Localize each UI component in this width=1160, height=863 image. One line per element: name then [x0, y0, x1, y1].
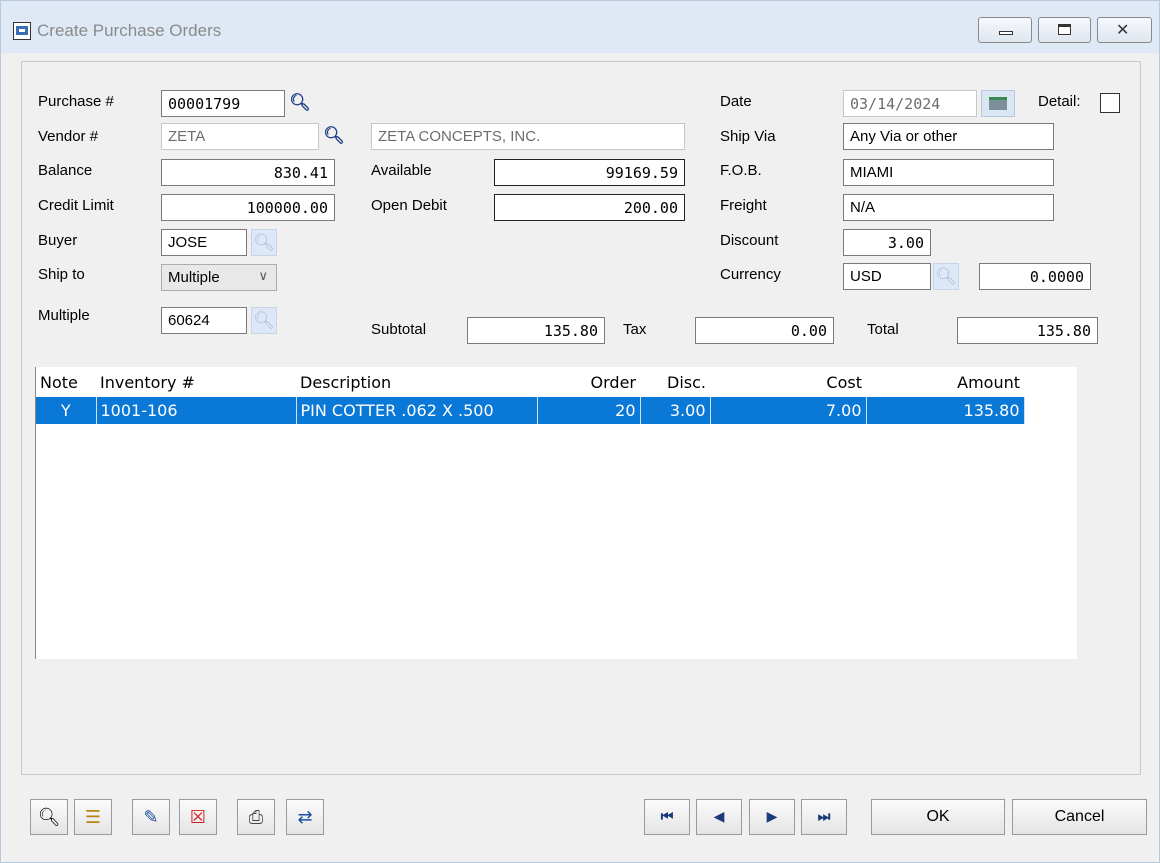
cell-amount[interactable]: 135.80 [866, 397, 1025, 424]
col-amount-header[interactable]: Amount [866, 367, 1024, 397]
purchase-number-field[interactable]: 00001799 [161, 90, 285, 117]
subtotal-label: Subtotal [371, 321, 427, 338]
purchase-label: Purchase # [38, 93, 114, 110]
ship-to-select[interactable]: Multiple ∨ [161, 264, 277, 291]
cell-inventory[interactable]: 1001-106 [96, 397, 297, 424]
tax-label: Tax [623, 321, 647, 338]
subtotal-field: 135.80 [467, 317, 605, 344]
last-record-icon[interactable]: ⏭︎ [801, 799, 847, 835]
ship-via-label: Ship Via [720, 128, 776, 145]
vendor-number-field[interactable]: ZETA [161, 123, 319, 150]
purchase-lookup-icon[interactable]: 🔍︎ [287, 89, 313, 116]
col-inventory-header[interactable]: Inventory # [96, 367, 296, 397]
vendor-lookup-icon[interactable]: 🔍︎ [321, 122, 347, 149]
buyer-lookup-icon[interactable]: 🔍︎ [251, 229, 277, 256]
title-bar: Create Purchase Orders [1, 1, 1159, 53]
discount-label: Discount [720, 232, 779, 249]
export-icon[interactable]: ⇄ [286, 799, 324, 835]
balance-field: 830.41 [161, 159, 335, 186]
fob-field[interactable]: MIAMI [843, 159, 1054, 186]
cell-disc[interactable]: 3.00 [640, 397, 711, 424]
ship-to-value: Multiple [168, 269, 220, 286]
credit-limit-label: Credit Limit [38, 197, 114, 214]
buyer-field[interactable]: JOSE [161, 229, 247, 256]
col-cost-header[interactable]: Cost [710, 367, 866, 397]
total-field: 135.80 [957, 317, 1098, 344]
currency-rate-field[interactable]: 0.0000 [979, 263, 1091, 290]
previous-record-icon[interactable]: ◀︎ [696, 799, 742, 835]
discount-field[interactable]: 3.00 [843, 229, 931, 256]
purchase-order-window: Create Purchase Orders Purchase # 000017… [0, 0, 1160, 863]
print-icon[interactable]: ⎙ [237, 799, 275, 835]
date-field[interactable]: 03/14/2024 [843, 90, 977, 117]
multiple-field[interactable]: 60624 [161, 307, 247, 334]
window-title: Create Purchase Orders [37, 21, 222, 40]
detail-label: Detail: [1038, 93, 1081, 110]
vendor-name-field: ZETA CONCEPTS, INC. [371, 123, 685, 150]
available-label: Available [371, 162, 432, 179]
table-row[interactable]: Y 1001-106 PIN COTTER .062 X .500 20 3.0… [36, 397, 1025, 424]
buyer-label: Buyer [38, 232, 78, 249]
app-icon [13, 22, 31, 40]
currency-label: Currency [720, 266, 781, 283]
close-button[interactable] [1097, 17, 1152, 43]
freight-label: Freight [720, 197, 767, 214]
total-label: Total [867, 321, 899, 338]
ship-via-field[interactable]: Any Via or other [843, 123, 1054, 150]
freight-field[interactable]: N/A [843, 194, 1054, 221]
delete-icon[interactable]: ☒ [179, 799, 217, 835]
currency-field[interactable]: USD [843, 263, 931, 290]
open-debit-field: 200.00 [494, 194, 685, 221]
cancel-button[interactable]: Cancel [1012, 799, 1147, 835]
date-label: Date [720, 93, 752, 110]
vendor-label: Vendor # [38, 128, 99, 145]
ok-button[interactable]: OK [871, 799, 1005, 835]
search-tool-icon[interactable]: 🔍︎ [30, 799, 68, 835]
minimize-button[interactable] [978, 17, 1032, 43]
credit-limit-field: 100000.00 [161, 194, 335, 221]
currency-lookup-icon[interactable]: 🔍︎ [933, 263, 959, 290]
maximize-button[interactable] [1038, 17, 1091, 43]
cell-cost[interactable]: 7.00 [710, 397, 867, 424]
tax-field[interactable]: 0.00 [695, 317, 834, 344]
notes-icon[interactable]: ☰ [74, 799, 112, 835]
multiple-label: Multiple [38, 307, 90, 324]
grid-header-row: Note Inventory # Description Order Disc.… [36, 367, 1024, 397]
balance-label: Balance [38, 162, 93, 179]
available-field: 99169.59 [494, 159, 685, 186]
calendar-icon[interactable] [981, 90, 1015, 117]
multiple-lookup-icon[interactable]: 🔍︎ [251, 307, 277, 334]
col-note-header[interactable]: Note [36, 367, 96, 397]
next-record-icon[interactable]: ▶︎ [749, 799, 795, 835]
col-disc-header[interactable]: Disc. [640, 367, 710, 397]
chevron-down-icon: ∨ [258, 268, 268, 283]
ship-to-label: Ship to [38, 266, 85, 283]
line-items-grid[interactable]: Note Inventory # Description Order Disc.… [35, 367, 1077, 659]
open-debit-label: Open Debit [371, 197, 447, 214]
cell-order[interactable]: 20 [537, 397, 641, 424]
edit-icon[interactable]: ✎ [132, 799, 170, 835]
detail-checkbox[interactable] [1100, 93, 1120, 113]
fob-label: F.O.B. [720, 162, 762, 179]
cell-description[interactable]: PIN COTTER .062 X .500 [296, 397, 538, 424]
first-record-icon[interactable]: ⏮︎ [644, 799, 690, 835]
col-description-header[interactable]: Description [296, 367, 537, 397]
cell-note[interactable]: Y [36, 397, 97, 424]
col-order-header[interactable]: Order [537, 367, 640, 397]
